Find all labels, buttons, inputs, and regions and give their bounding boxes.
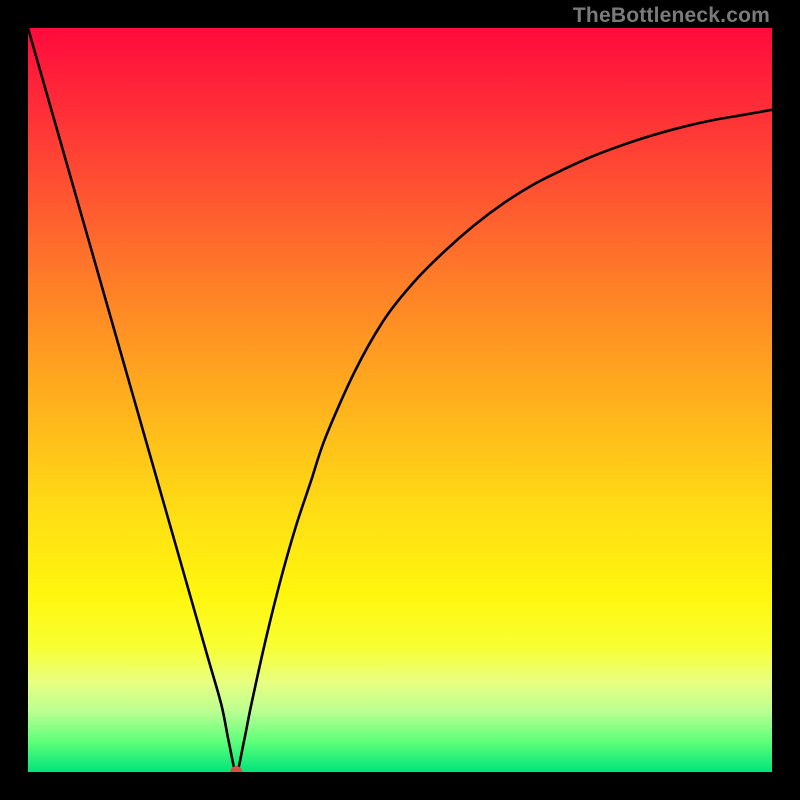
plot-area [28, 28, 772, 772]
chart-svg [28, 28, 772, 772]
minimum-marker [230, 766, 242, 772]
curve-line [28, 28, 772, 772]
chart-frame: TheBottleneck.com [0, 0, 800, 800]
watermark-text: TheBottleneck.com [573, 4, 770, 28]
